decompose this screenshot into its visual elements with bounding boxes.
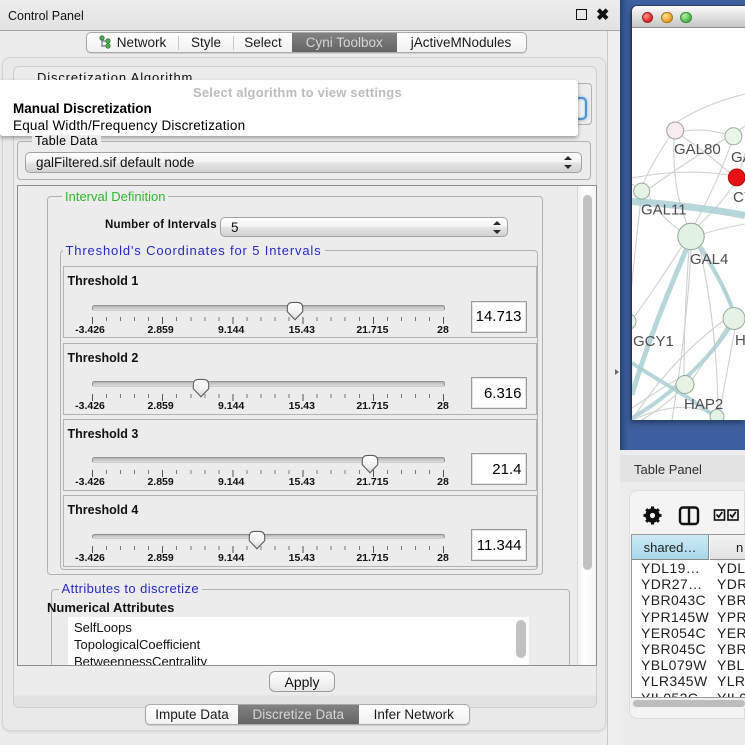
svg-text:GA: GA	[731, 149, 745, 166]
svg-text:HAP2: HAP2	[684, 396, 723, 413]
svg-text:HIS: HIS	[735, 332, 745, 349]
svg-text:CY: CY	[733, 189, 745, 206]
svg-text:GCY1: GCY1	[633, 333, 674, 350]
svg-text:GAL11: GAL11	[641, 201, 687, 218]
svg-text:GAL4: GAL4	[690, 251, 728, 268]
svg-text:GAL80: GAL80	[674, 141, 721, 158]
